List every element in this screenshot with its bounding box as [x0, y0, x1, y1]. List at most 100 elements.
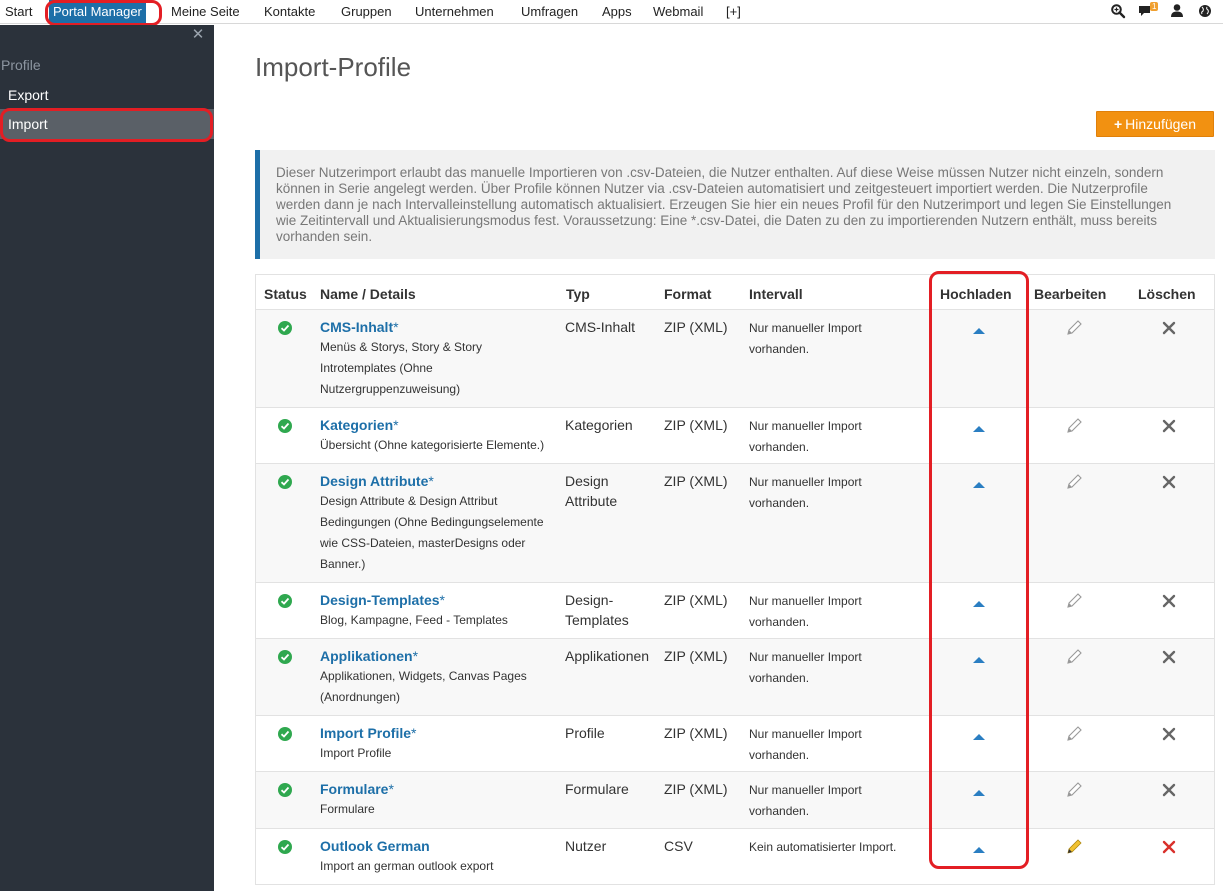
interval-cell: Kein automatisierter Import.	[749, 840, 897, 854]
upload-icon[interactable]	[972, 652, 986, 663]
type-cell: Design-Templates	[565, 592, 629, 628]
status-ok-icon	[278, 783, 292, 797]
name-cell: Outlook German Import an german outlook e…	[320, 836, 555, 877]
interval-cell: Nur manueller Import vorhanden.	[749, 475, 862, 510]
close-icon[interactable]: ✕	[191, 27, 205, 42]
name-cell: Formulare* Formulare	[320, 779, 555, 820]
interval-cell: Nur manueller Import vorhanden.	[749, 783, 862, 818]
header-delete: Löschen	[1138, 286, 1196, 302]
table-row: Design-Templates* Blog, Kampagne, Feed - …	[256, 582, 1214, 638]
nav-gruppen[interactable]: Gruppen	[341, 0, 392, 24]
profile-name-link[interactable]: Design Attribute*	[320, 473, 434, 489]
nav-unternehmen[interactable]: Unternehmen	[415, 0, 494, 24]
profile-detail: Import an german outlook export	[320, 859, 494, 873]
pencil-icon[interactable]	[1065, 319, 1083, 337]
notification-badge: 1	[1150, 2, 1159, 11]
profile-detail: Design Attribute & Design Attribut Bedin…	[320, 494, 544, 571]
upload-icon[interactable]	[972, 596, 986, 607]
interval-cell: Nur manueller Import vorhanden.	[749, 321, 862, 356]
globe-icon[interactable]	[1197, 3, 1215, 21]
interval-cell: Nur manueller Import vorhanden.	[749, 650, 862, 685]
import-profiles-table: Status Name / Details Typ Format Interva…	[255, 274, 1215, 885]
table-row: Design Attribute* Design Attribute & Desi…	[256, 463, 1214, 582]
delete-icon[interactable]	[1161, 474, 1177, 490]
status-ok-icon	[278, 321, 292, 335]
user-icon[interactable]	[1170, 3, 1188, 21]
nav-webmail[interactable]: Webmail	[653, 0, 703, 24]
nav-kontakte[interactable]: Kontakte	[264, 0, 315, 24]
profile-detail: Import Profile	[320, 746, 392, 760]
profile-detail: Übersicht (Ohne kategorisierte Elemente.…	[320, 438, 545, 452]
pencil-icon[interactable]	[1065, 592, 1083, 610]
profile-name-link[interactable]: Formulare*	[320, 781, 394, 797]
pencil-icon[interactable]	[1065, 838, 1083, 856]
info-box: Dieser Nutzerimport erlaubt das manuelle…	[255, 150, 1215, 259]
table-row: CMS-Inhalt* Menüs & Storys, Story & Story…	[256, 309, 1214, 407]
sidebar-item-export[interactable]: Export	[0, 80, 214, 110]
format-cell: ZIP (XML)	[664, 417, 728, 433]
upload-icon[interactable]	[972, 785, 986, 796]
pencil-icon[interactable]	[1065, 725, 1083, 743]
type-cell: Profile	[565, 725, 605, 741]
nav-apps[interactable]: Apps	[602, 0, 632, 24]
delete-icon[interactable]	[1161, 782, 1177, 798]
profile-name-link[interactable]: CMS-Inhalt*	[320, 319, 399, 335]
header-edit: Bearbeiten	[1034, 286, 1107, 302]
delete-icon[interactable]	[1161, 593, 1177, 609]
delete-icon[interactable]	[1161, 320, 1177, 336]
pencil-icon[interactable]	[1065, 781, 1083, 799]
header-format: Format	[664, 286, 712, 302]
format-cell: ZIP (XML)	[664, 473, 728, 489]
nav-portal-manager[interactable]: Portal Manager	[49, 0, 146, 24]
type-cell: Kategorien	[565, 417, 633, 433]
upload-icon[interactable]	[972, 323, 986, 334]
profile-detail: Blog, Kampagne, Feed - Templates	[320, 613, 508, 627]
upload-icon[interactable]	[972, 729, 986, 740]
table-row: Import Profile* Import Profile Profile ZIP …	[256, 715, 1214, 771]
nav-umfragen[interactable]: Umfragen	[521, 0, 578, 24]
delete-icon[interactable]	[1161, 839, 1177, 855]
profile-name-link[interactable]: Import Profile*	[320, 725, 416, 741]
pencil-icon[interactable]	[1065, 473, 1083, 491]
name-cell: Import Profile* Import Profile	[320, 723, 555, 764]
nav-meine-seite[interactable]: Meine Seite	[171, 0, 240, 24]
profile-detail: Formulare	[320, 802, 375, 816]
name-cell: Kategorien* Übersicht (Ohne kategorisiert…	[320, 415, 555, 456]
status-ok-icon	[278, 419, 292, 433]
format-cell: ZIP (XML)	[664, 648, 728, 664]
upload-icon[interactable]	[972, 477, 986, 488]
status-ok-icon	[278, 594, 292, 608]
search-icon[interactable]	[1110, 3, 1128, 21]
name-cell: CMS-Inhalt* Menüs & Storys, Story & Story…	[320, 317, 555, 400]
profile-name-link[interactable]: Outlook German	[320, 838, 430, 854]
type-cell: Formulare	[565, 781, 629, 797]
sidebar-item-import[interactable]: Import	[0, 109, 214, 139]
delete-icon[interactable]	[1161, 418, 1177, 434]
type-cell: Design Attribute	[565, 473, 618, 509]
nav-start[interactable]: Start	[5, 0, 32, 24]
upload-icon[interactable]	[972, 421, 986, 432]
upload-icon[interactable]	[972, 842, 986, 853]
add-button[interactable]: + Hinzufügen	[1096, 111, 1214, 137]
format-cell: ZIP (XML)	[664, 319, 728, 335]
page-title: Import-Profile	[255, 52, 412, 82]
format-cell: ZIP (XML)	[664, 725, 728, 741]
profile-name-link[interactable]: Applikationen*	[320, 648, 418, 664]
type-cell: CMS-Inhalt	[565, 319, 636, 335]
interval-cell: Nur manueller Import vorhanden.	[749, 727, 862, 762]
delete-icon[interactable]	[1161, 649, 1177, 665]
add-button-label: Hinzufügen	[1125, 116, 1196, 132]
delete-icon[interactable]	[1161, 726, 1177, 742]
name-cell: Design Attribute* Design Attribute & Desi…	[320, 471, 555, 575]
profile-name-link[interactable]: Design-Templates*	[320, 592, 445, 608]
name-cell: Design-Templates* Blog, Kampagne, Feed - …	[320, 590, 555, 631]
profile-name-link[interactable]: Kategorien*	[320, 417, 399, 433]
interval-cell: Nur manueller Import vorhanden.	[749, 594, 862, 629]
header-interval: Intervall	[749, 286, 803, 302]
table-row: Outlook German Import an german outlook e…	[256, 828, 1214, 884]
nav-more[interactable]: [+]	[726, 0, 741, 24]
status-ok-icon	[278, 840, 292, 854]
pencil-icon[interactable]	[1065, 417, 1083, 435]
name-cell: Applikationen* Applikationen, Widgets, Ca…	[320, 646, 555, 708]
pencil-icon[interactable]	[1065, 648, 1083, 666]
